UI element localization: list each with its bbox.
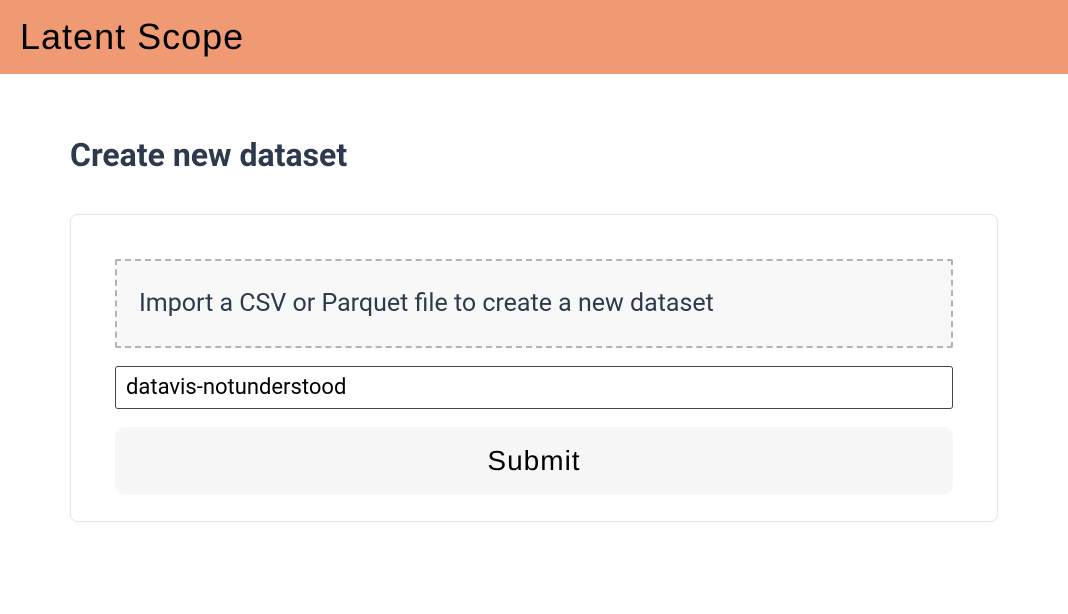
app-logo: Latent Scope [20,16,1048,58]
app-header: Latent Scope [0,0,1068,76]
dataset-name-input[interactable] [115,366,953,409]
main-content: Create new dataset Import a CSV or Parqu… [0,76,1068,522]
file-dropzone[interactable]: Import a CSV or Parquet file to create a… [115,259,953,348]
page-title: Create new dataset [70,136,998,174]
dropzone-instruction-text: Import a CSV or Parquet file to create a… [139,289,929,318]
create-dataset-card: Import a CSV or Parquet file to create a… [70,214,998,522]
submit-button[interactable]: Submit [115,427,953,495]
